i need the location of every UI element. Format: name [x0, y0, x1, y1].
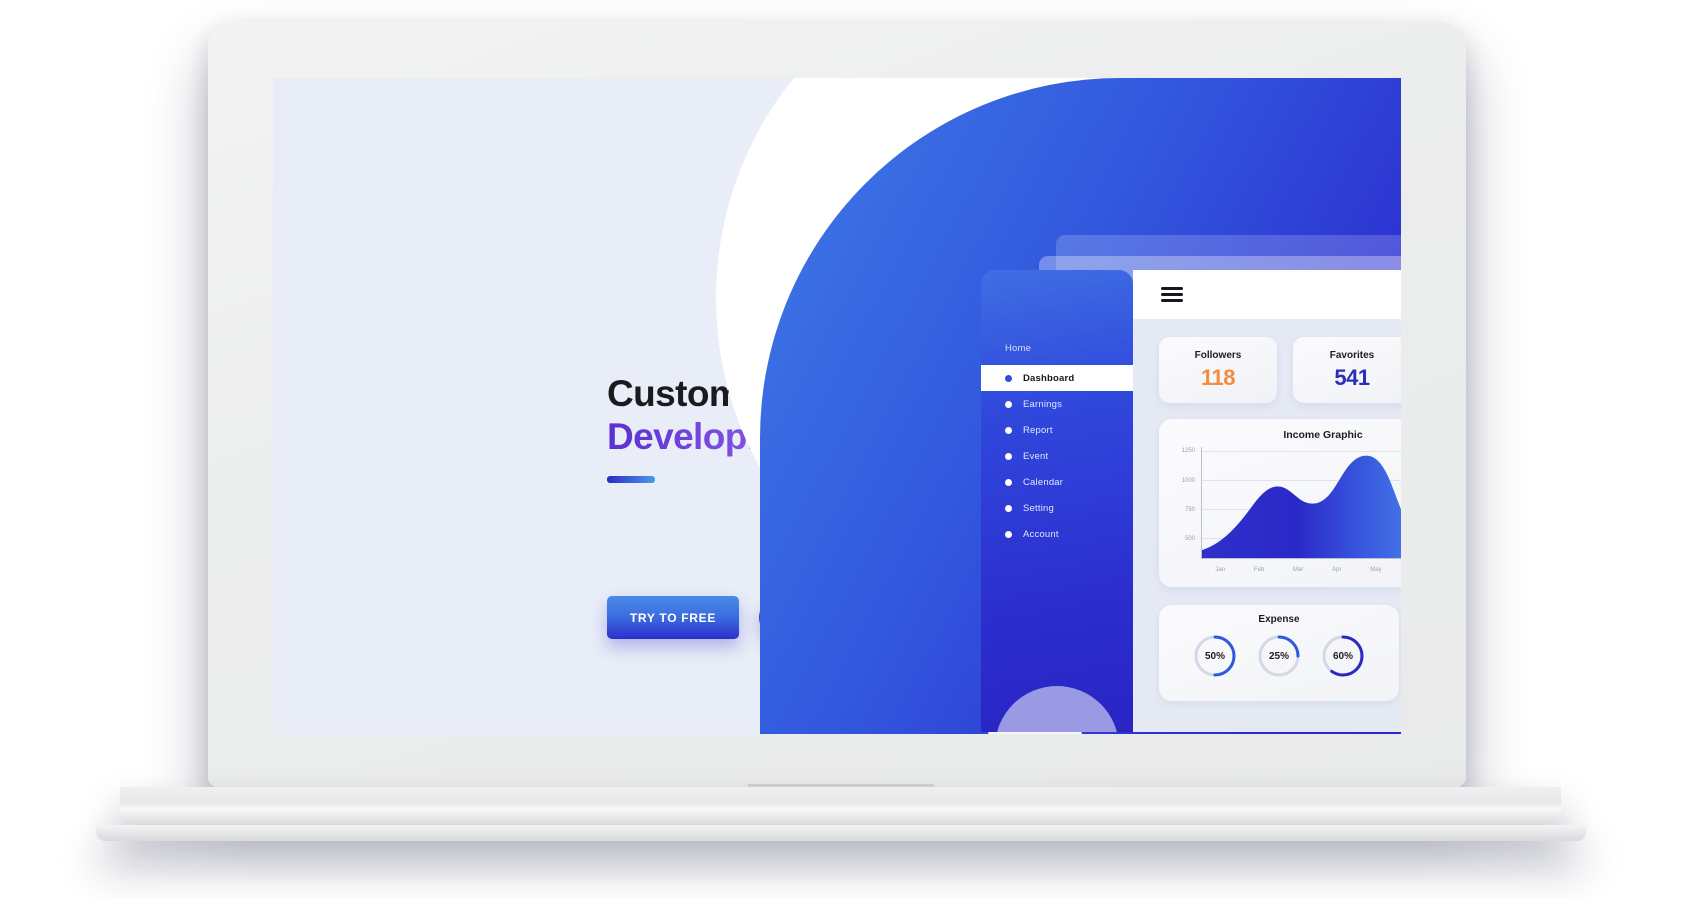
sidebar-item-label: Earnings	[1023, 398, 1063, 410]
bottom-cards-row: Expense 50% 25% 60%	[1159, 605, 1401, 701]
hamburger-icon[interactable]	[1161, 283, 1183, 305]
x-axis-labels: Jan Feb Mar Apr May Jun Jul	[1201, 567, 1401, 573]
bullet-icon	[1005, 374, 1012, 382]
income-graphic-card: Income Graphic 1250 1000 750 500 Jan Feb…	[1159, 419, 1401, 587]
y-tick: 1000	[1181, 477, 1195, 484]
sidebar-item-calendar[interactable]: Calendar	[981, 469, 1133, 495]
donut-label: 50%	[1204, 650, 1225, 662]
dashboard-sidebar: Home Dashboard Earnings Report Event Cal…	[981, 270, 1133, 732]
laptop-base	[120, 787, 1561, 825]
sidebar-item-label: Report	[1023, 424, 1053, 436]
y-tick: 1250	[1181, 448, 1195, 455]
screenshot-root: Custom Software Development TRY TO FREE	[0, 0, 1681, 898]
sidebar-item-label: Event	[1023, 450, 1049, 462]
card-title: Expense	[1258, 614, 1300, 625]
sidebar-item-dashboard[interactable]: Dashboard	[981, 365, 1133, 391]
stat-cards-row: Followers 118 Favorites 541 Earnings $1.…	[1159, 337, 1401, 403]
chart-title: Income Graphic	[1283, 429, 1363, 441]
charts-row: Income Graphic 1250 1000 750 500 Jan Feb…	[1159, 419, 1401, 590]
y-tick: 750	[1184, 506, 1195, 513]
donut-label: 60%	[1332, 650, 1353, 662]
stat-value: 541	[1334, 364, 1370, 390]
laptop-screen: Custom Software Development TRY TO FREE	[273, 78, 1401, 734]
x-tick: Feb	[1253, 567, 1265, 573]
bullet-icon	[1005, 452, 1012, 460]
bullet-icon	[1005, 400, 1012, 408]
sidebar-item-label: Account	[1023, 528, 1059, 540]
sidebar-item-label: Calendar	[1023, 476, 1064, 488]
stat-value: 118	[1201, 364, 1236, 390]
donut-chart: 50%	[1192, 633, 1238, 679]
income-area-series	[1202, 455, 1401, 558]
donut-chart: 25%	[1256, 633, 1302, 679]
sidebar-item-label: Setting	[1023, 502, 1054, 514]
income-plot: 1250 1000 750 500 Jan Feb Mar Apr May	[1171, 447, 1401, 573]
stat-title: Favorites	[1329, 349, 1375, 361]
bullet-icon	[1005, 426, 1012, 434]
expense-card: Expense 50% 25% 60%	[1159, 605, 1399, 701]
stat-title: Followers	[1194, 349, 1242, 361]
sidebar-item-event[interactable]: Event	[981, 443, 1133, 469]
sidebar-item-report[interactable]: Report	[981, 417, 1133, 443]
bullet-icon	[1005, 530, 1012, 538]
sidebar-item-account[interactable]: Account	[981, 521, 1133, 547]
dashboard-content: Followers 118 Favorites 541 Earnings $1.…	[1133, 319, 1401, 701]
dashboard-mockup: Home Dashboard Earnings Report Event Cal…	[273, 78, 1401, 734]
stat-card-followers: Followers 118	[1159, 337, 1277, 403]
x-tick: Mar	[1293, 567, 1304, 573]
decorative-purple-circle	[995, 686, 1119, 732]
sidebar-section-label: Home	[1005, 343, 1032, 354]
expense-donuts: 50% 25% 60%	[1159, 633, 1399, 679]
bullet-icon	[1005, 478, 1012, 486]
x-tick: Apr	[1332, 567, 1342, 573]
x-tick: Jan	[1215, 567, 1226, 573]
website-page: Custom Software Development TRY TO FREE	[273, 78, 1401, 734]
donut-chart: 60%	[1320, 633, 1366, 679]
sidebar-item-earnings[interactable]: Earnings	[981, 391, 1133, 417]
bullet-icon	[1005, 504, 1012, 512]
sidebar-item-label: Dashboard	[1023, 372, 1075, 384]
dashboard-main: Followers 118 Favorites 541 Earnings $1.…	[1133, 270, 1401, 732]
x-tick: May	[1370, 567, 1382, 573]
laptop-foot	[95, 825, 1586, 841]
plot-area	[1201, 447, 1401, 559]
dashboard-topbar	[1133, 270, 1401, 319]
stat-card-favorites: Favorites 541	[1293, 337, 1401, 403]
y-tick: 500	[1184, 535, 1195, 542]
sidebar-item-setting[interactable]: Setting	[981, 495, 1133, 521]
y-axis: 1250 1000 750 500	[1171, 447, 1199, 559]
donut-label: 25%	[1268, 650, 1289, 662]
sidebar-menu: Dashboard Earnings Report Event Calendar…	[981, 365, 1133, 547]
